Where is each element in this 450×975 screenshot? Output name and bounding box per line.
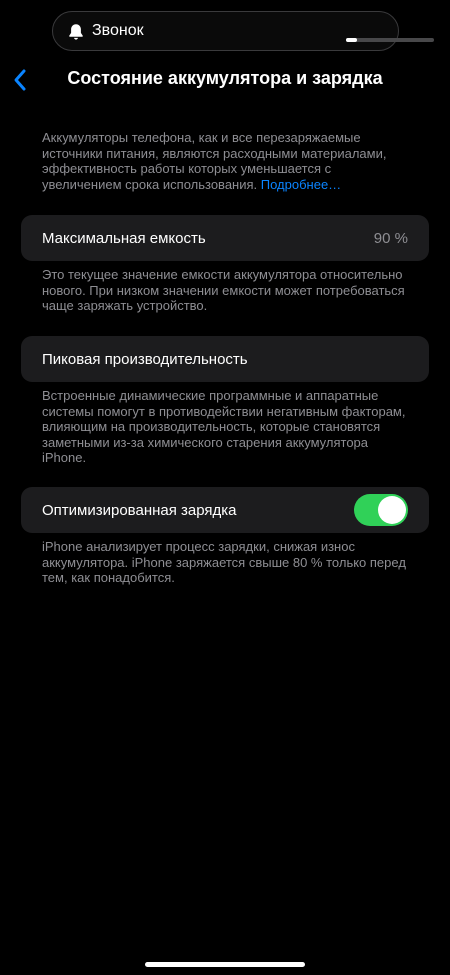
optimized-charging-title: Оптимизированная зарядка — [42, 502, 237, 519]
bell-icon — [69, 24, 83, 40]
learn-more-link[interactable]: Подробнее… — [261, 177, 341, 192]
toggle-knob — [378, 496, 406, 524]
battery-health-screen: Звонок Состояние аккумулятора и зарядка … — [0, 0, 450, 975]
peak-performance-title: Пиковая производительность — [42, 351, 248, 368]
home-indicator[interactable] — [145, 962, 305, 967]
ring-mode-indicator: Звонок — [52, 11, 434, 51]
max-capacity-footer: Это текущее значение емкости аккумулятор… — [42, 267, 405, 313]
max-capacity-row: Максимальная емкость 90 % — [21, 215, 429, 261]
optimized-charging-toggle[interactable] — [354, 494, 408, 526]
max-capacity-value: 90 % — [373, 230, 408, 247]
volume-level-bar — [346, 38, 434, 42]
optimized-charging-footer: iPhone анализирует процесс зарядки, сниж… — [42, 539, 406, 585]
peak-performance-row: Пиковая производительность — [21, 336, 429, 382]
page-title: Состояние аккумулятора и зарядка — [67, 68, 383, 88]
peak-performance-footer: Встроенные динамические программные и ап… — [42, 388, 406, 465]
volume-level-fill — [346, 38, 358, 42]
optimized-charging-row: Оптимизированная зарядка — [21, 487, 429, 533]
ring-mode-label: Звонок — [92, 22, 144, 39]
intro-description: Аккумуляторы телефона, как и все перезар… — [42, 130, 414, 192]
max-capacity-title: Максимальная емкость — [42, 230, 206, 247]
